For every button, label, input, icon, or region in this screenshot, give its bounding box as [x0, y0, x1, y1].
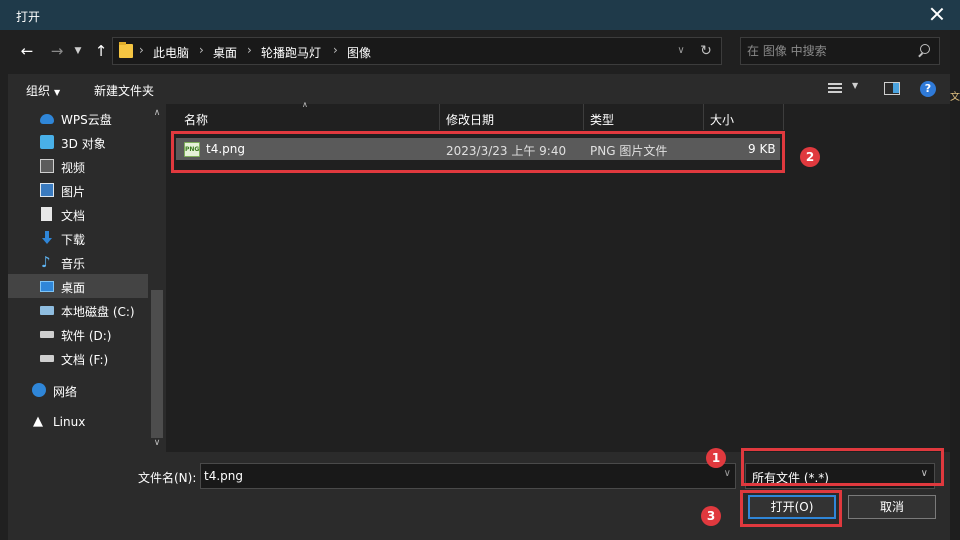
command-bar: 组织 ▼ 新建文件夹 ▼ ? — [8, 74, 952, 104]
breadcrumb-separator-icon[interactable]: › — [247, 43, 252, 57]
sidebar-item-videos[interactable]: 视频 — [8, 154, 148, 178]
sidebar-item-wps-cloud[interactable]: WPS云盘 — [8, 106, 148, 130]
chevron-down-icon: ▼ — [852, 81, 859, 90]
recent-locations-chevron-icon[interactable]: ▼ — [70, 40, 86, 62]
sidebar-item-label: 视频 — [61, 161, 86, 175]
breadcrumb-separator-icon[interactable]: › — [139, 43, 144, 57]
linux-icon: ▲ — [33, 414, 43, 429]
chevron-down-icon[interactable]: ∨ — [724, 468, 731, 479]
drive-icon — [40, 331, 54, 338]
navigation-pane: WPS云盘 3D 对象 视频 图片 文档 下载 ♪ 音乐 桌面 本地磁盘 (C:… — [8, 104, 166, 452]
navigation-bar: ← → ▼ ↑ › 此电脑 › 桌面 › 轮播跑马灯 › 图像 ∨ ↻ — [8, 30, 952, 74]
search-icon[interactable] — [917, 44, 931, 58]
details-view-icon — [828, 83, 842, 95]
breadcrumb-this-pc[interactable]: 此电脑 — [153, 44, 189, 61]
window-title: 打开 — [16, 10, 41, 24]
sidebar-item-label: WPS云盘 — [61, 113, 112, 127]
sidebar-item-music[interactable]: ♪ 音乐 — [8, 250, 148, 274]
sidebar-item-drive-d[interactable]: 软件 (D:) — [8, 322, 148, 346]
filename-input[interactable] — [204, 468, 704, 484]
search-input[interactable] — [747, 43, 907, 59]
back-arrow-icon[interactable]: ← — [16, 40, 38, 62]
column-headers: ∧ 名称 修改日期 类型 大小 — [166, 100, 952, 130]
scroll-down-icon[interactable]: ∨ — [151, 438, 163, 450]
organize-label: 组织 — [26, 84, 51, 98]
sidebar-item-label: 桌面 — [61, 281, 86, 295]
picture-icon — [40, 183, 54, 197]
sidebar-item-label: 网络 — [53, 385, 78, 399]
cancel-button[interactable]: 取消 — [848, 495, 936, 519]
disk-icon — [40, 306, 54, 315]
scrollbar-thumb[interactable] — [151, 290, 163, 438]
cloud-icon — [40, 114, 54, 124]
sidebar-item-label: 下载 — [61, 233, 86, 247]
sidebar-item-network[interactable]: 网络 — [8, 378, 148, 402]
desktop-icon — [40, 281, 54, 292]
refresh-icon[interactable]: ↻ — [697, 42, 715, 60]
address-dropdown-icon[interactable]: ∨ — [673, 43, 689, 59]
sidebar-scrollbar[interactable]: ∧ ∨ — [148, 104, 166, 452]
scroll-up-icon[interactable]: ∧ — [151, 108, 163, 120]
sidebar-item-label: Linux — [53, 415, 86, 429]
column-header-date[interactable]: 修改日期 — [440, 104, 584, 130]
search-box[interactable] — [740, 37, 940, 65]
drive-icon — [40, 355, 54, 362]
preview-pane-icon[interactable] — [884, 82, 900, 95]
address-bar[interactable]: › 此电脑 › 桌面 › 轮播跑马灯 › 图像 ∨ ↻ — [112, 37, 722, 65]
filename-combobox[interactable]: ∨ — [200, 463, 736, 489]
sidebar-item-desktop[interactable]: 桌面 — [8, 274, 148, 298]
sidebar-item-label: 3D 对象 — [61, 137, 106, 151]
sidebar-item-drive-c[interactable]: 本地磁盘 (C:) — [8, 298, 148, 322]
document-icon — [41, 207, 52, 221]
folder-icon — [119, 42, 133, 58]
sidebar-item-pictures[interactable]: 图片 — [8, 178, 148, 202]
organize-button[interactable]: 组织 ▼ — [26, 82, 60, 99]
sidebar-item-label: 文档 (F:) — [61, 353, 109, 367]
sidebar-item-label: 音乐 — [61, 257, 86, 271]
annotation-box-open — [740, 490, 842, 527]
new-folder-button[interactable]: 新建文件夹 — [94, 82, 154, 99]
title-bar: 打开 — [0, 0, 960, 30]
breadcrumb-images[interactable]: 图像 — [347, 44, 371, 61]
annotation-badge: 2 — [800, 147, 820, 167]
filename-label: 文件名(N): — [138, 471, 197, 485]
video-icon — [40, 159, 54, 173]
sidebar-item-documents[interactable]: 文档 — [8, 202, 148, 226]
annotation-badge: 1 — [706, 448, 726, 468]
up-arrow-icon[interactable]: ↑ — [90, 40, 112, 62]
annotation-badge: 3 — [701, 506, 721, 526]
bg-glyph: 文 — [950, 92, 960, 103]
sidebar-item-label: 本地磁盘 (C:) — [61, 305, 135, 319]
chevron-down-icon: ▼ — [54, 88, 61, 97]
breadcrumb-desktop[interactable]: 桌面 — [213, 44, 237, 61]
sidebar-item-label: 图片 — [61, 185, 86, 199]
breadcrumb-separator-icon[interactable]: › — [333, 43, 338, 57]
background-app-right: 文 — [950, 30, 960, 540]
column-header-size[interactable]: 大小 — [704, 104, 784, 130]
cube-icon — [40, 135, 54, 149]
forward-arrow-icon[interactable]: → — [46, 40, 68, 62]
network-icon — [32, 383, 46, 397]
music-icon: ♪ — [41, 253, 51, 271]
open-file-dialog: 打开 ← → ▼ ↑ › 此电脑 › 桌面 › 轮播跑马灯 › 图像 ∨ ↻ 组… — [0, 0, 960, 540]
change-view-button[interactable]: ▼ — [828, 81, 862, 96]
sidebar-item-3d-objects[interactable]: 3D 对象 — [8, 130, 148, 154]
sidebar-item-downloads[interactable]: 下载 — [8, 226, 148, 250]
annotation-box-filetype — [741, 448, 944, 486]
breadcrumb-carousel-folder[interactable]: 轮播跑马灯 — [261, 44, 321, 61]
sidebar-item-label: 文档 — [61, 209, 86, 223]
close-icon[interactable] — [928, 5, 946, 23]
column-header-type[interactable]: 类型 — [584, 104, 704, 130]
annotation-box-file — [171, 131, 785, 173]
help-icon[interactable]: ? — [920, 81, 936, 97]
sidebar-item-label: 软件 (D:) — [61, 329, 112, 343]
sidebar-item-drive-f[interactable]: 文档 (F:) — [8, 346, 148, 370]
sidebar-item-linux[interactable]: ▲ Linux — [8, 410, 148, 434]
column-header-name[interactable]: 名称 — [178, 104, 440, 130]
breadcrumb-separator-icon[interactable]: › — [199, 43, 204, 57]
download-icon — [42, 231, 52, 245]
